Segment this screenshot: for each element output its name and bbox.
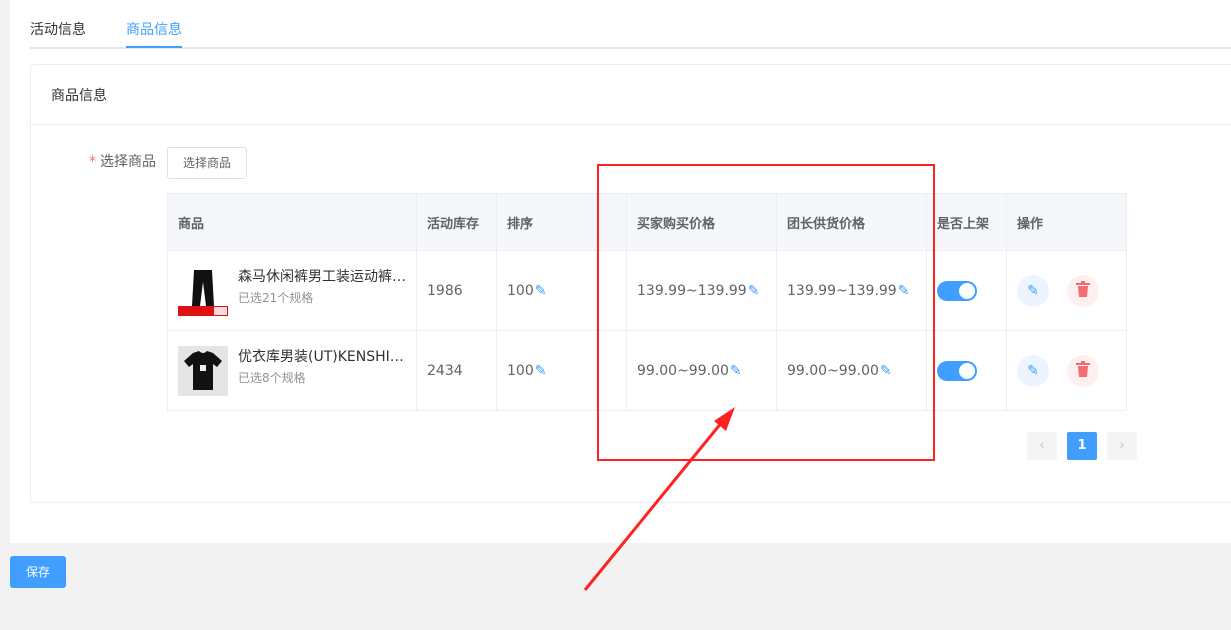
annotation-arrow (583, 407, 735, 591)
